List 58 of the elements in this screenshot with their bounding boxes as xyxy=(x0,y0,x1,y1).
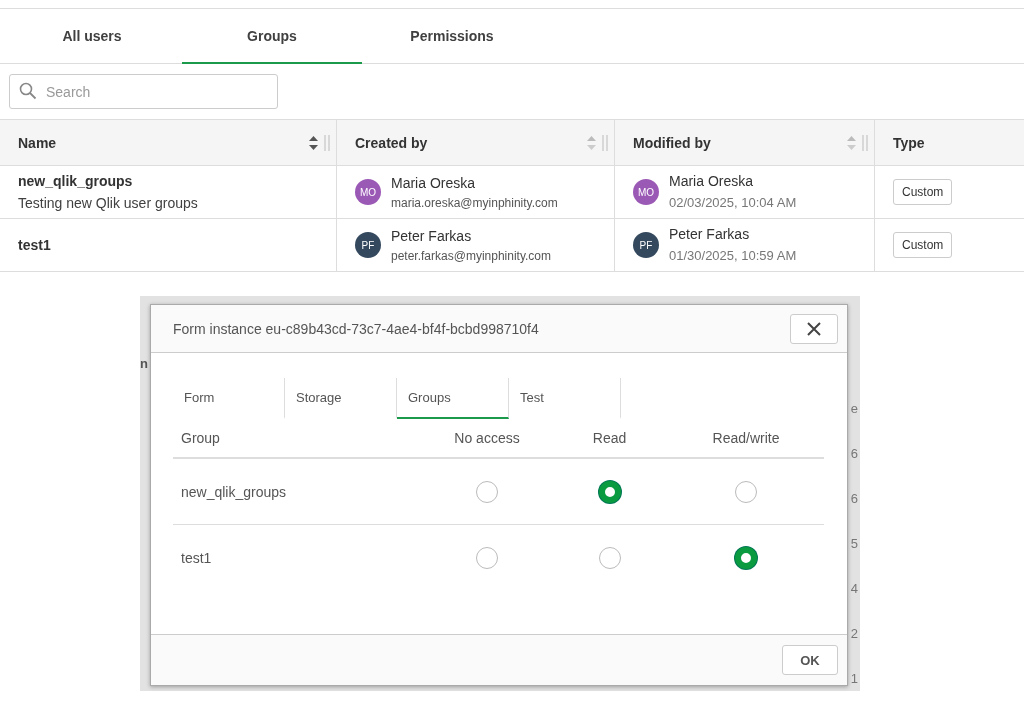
modified-date: 02/03/2025, 10:04 AM xyxy=(669,194,797,210)
tab[interactable]: All users xyxy=(2,9,182,64)
close-button[interactable] xyxy=(790,313,838,344)
ok-button[interactable]: OK xyxy=(782,645,838,675)
column-header[interactable]: Modified by xyxy=(633,134,711,151)
avatar: PF xyxy=(355,232,381,258)
sort-icon[interactable] xyxy=(309,135,318,150)
user-name: Maria Oreska xyxy=(391,174,477,191)
cut-off-text: 2 xyxy=(850,626,858,643)
type-tag: Custom xyxy=(893,179,953,205)
user-email: peter.farkas@myinphinity.com xyxy=(391,248,552,263)
dialog-title: Form instance eu-c89b43cd-73c7-4ae4-bf4f-bcbd998710f4 xyxy=(173,320,539,337)
avatar: PF xyxy=(633,232,659,258)
cut-off-text: 4 xyxy=(850,581,858,598)
group-name: new_qlik_groups xyxy=(180,483,288,500)
radio-button[interactable] xyxy=(735,546,757,569)
radio-button[interactable] xyxy=(598,480,621,503)
cut-off-text: 6 xyxy=(850,491,858,508)
user-name: Maria Oreska xyxy=(669,172,755,189)
user-name: Peter Farkas xyxy=(391,227,473,244)
avatar: MO xyxy=(355,179,381,205)
column-header: Read xyxy=(591,430,628,446)
resize-handle-icon[interactable] xyxy=(602,134,608,151)
cut-off-text: n xyxy=(140,356,148,371)
resize-handle-icon[interactable] xyxy=(324,134,330,151)
column-header[interactable]: Name xyxy=(18,134,57,151)
tab[interactable]: Test xyxy=(509,378,621,419)
user-email: maria.oreska@myinphinity.com xyxy=(391,195,558,210)
close-icon xyxy=(807,321,821,336)
group-description: Testing new Qlik user groups xyxy=(18,195,199,211)
cut-off-text: e xyxy=(850,401,858,418)
tab[interactable]: Form xyxy=(173,378,285,419)
column-header: Read/write xyxy=(711,430,781,446)
search-field[interactable]: Search xyxy=(9,74,278,109)
cut-off-text: 1 xyxy=(850,671,858,688)
cut-off-text: 6 xyxy=(850,446,858,463)
tab[interactable]: Groups xyxy=(182,9,362,64)
cut-off-text: 5 xyxy=(850,536,858,553)
radio-button[interactable] xyxy=(735,480,757,503)
tab[interactable]: Permissions xyxy=(362,9,542,64)
radio-button[interactable] xyxy=(476,546,498,569)
radio-button[interactable] xyxy=(598,546,621,569)
search-icon xyxy=(19,82,37,100)
column-header: Group xyxy=(180,430,221,446)
user-name: Peter Farkas xyxy=(669,225,751,242)
group-name: test1 xyxy=(180,549,213,566)
type-tag: Custom xyxy=(893,232,953,258)
column-header[interactable]: Type xyxy=(893,134,925,151)
column-header: No access xyxy=(453,430,521,446)
modified-date: 01/30/2025, 10:59 AM xyxy=(669,247,797,263)
resize-handle-icon[interactable] xyxy=(862,134,868,151)
tab[interactable]: Storage xyxy=(285,378,397,419)
group-name: new_qlik_groups xyxy=(18,173,134,189)
group-name: test1 xyxy=(18,237,52,253)
tab[interactable]: Groups xyxy=(397,378,509,419)
radio-button[interactable] xyxy=(476,480,498,503)
avatar: MO xyxy=(633,179,659,205)
column-header[interactable]: Created by xyxy=(355,134,428,151)
